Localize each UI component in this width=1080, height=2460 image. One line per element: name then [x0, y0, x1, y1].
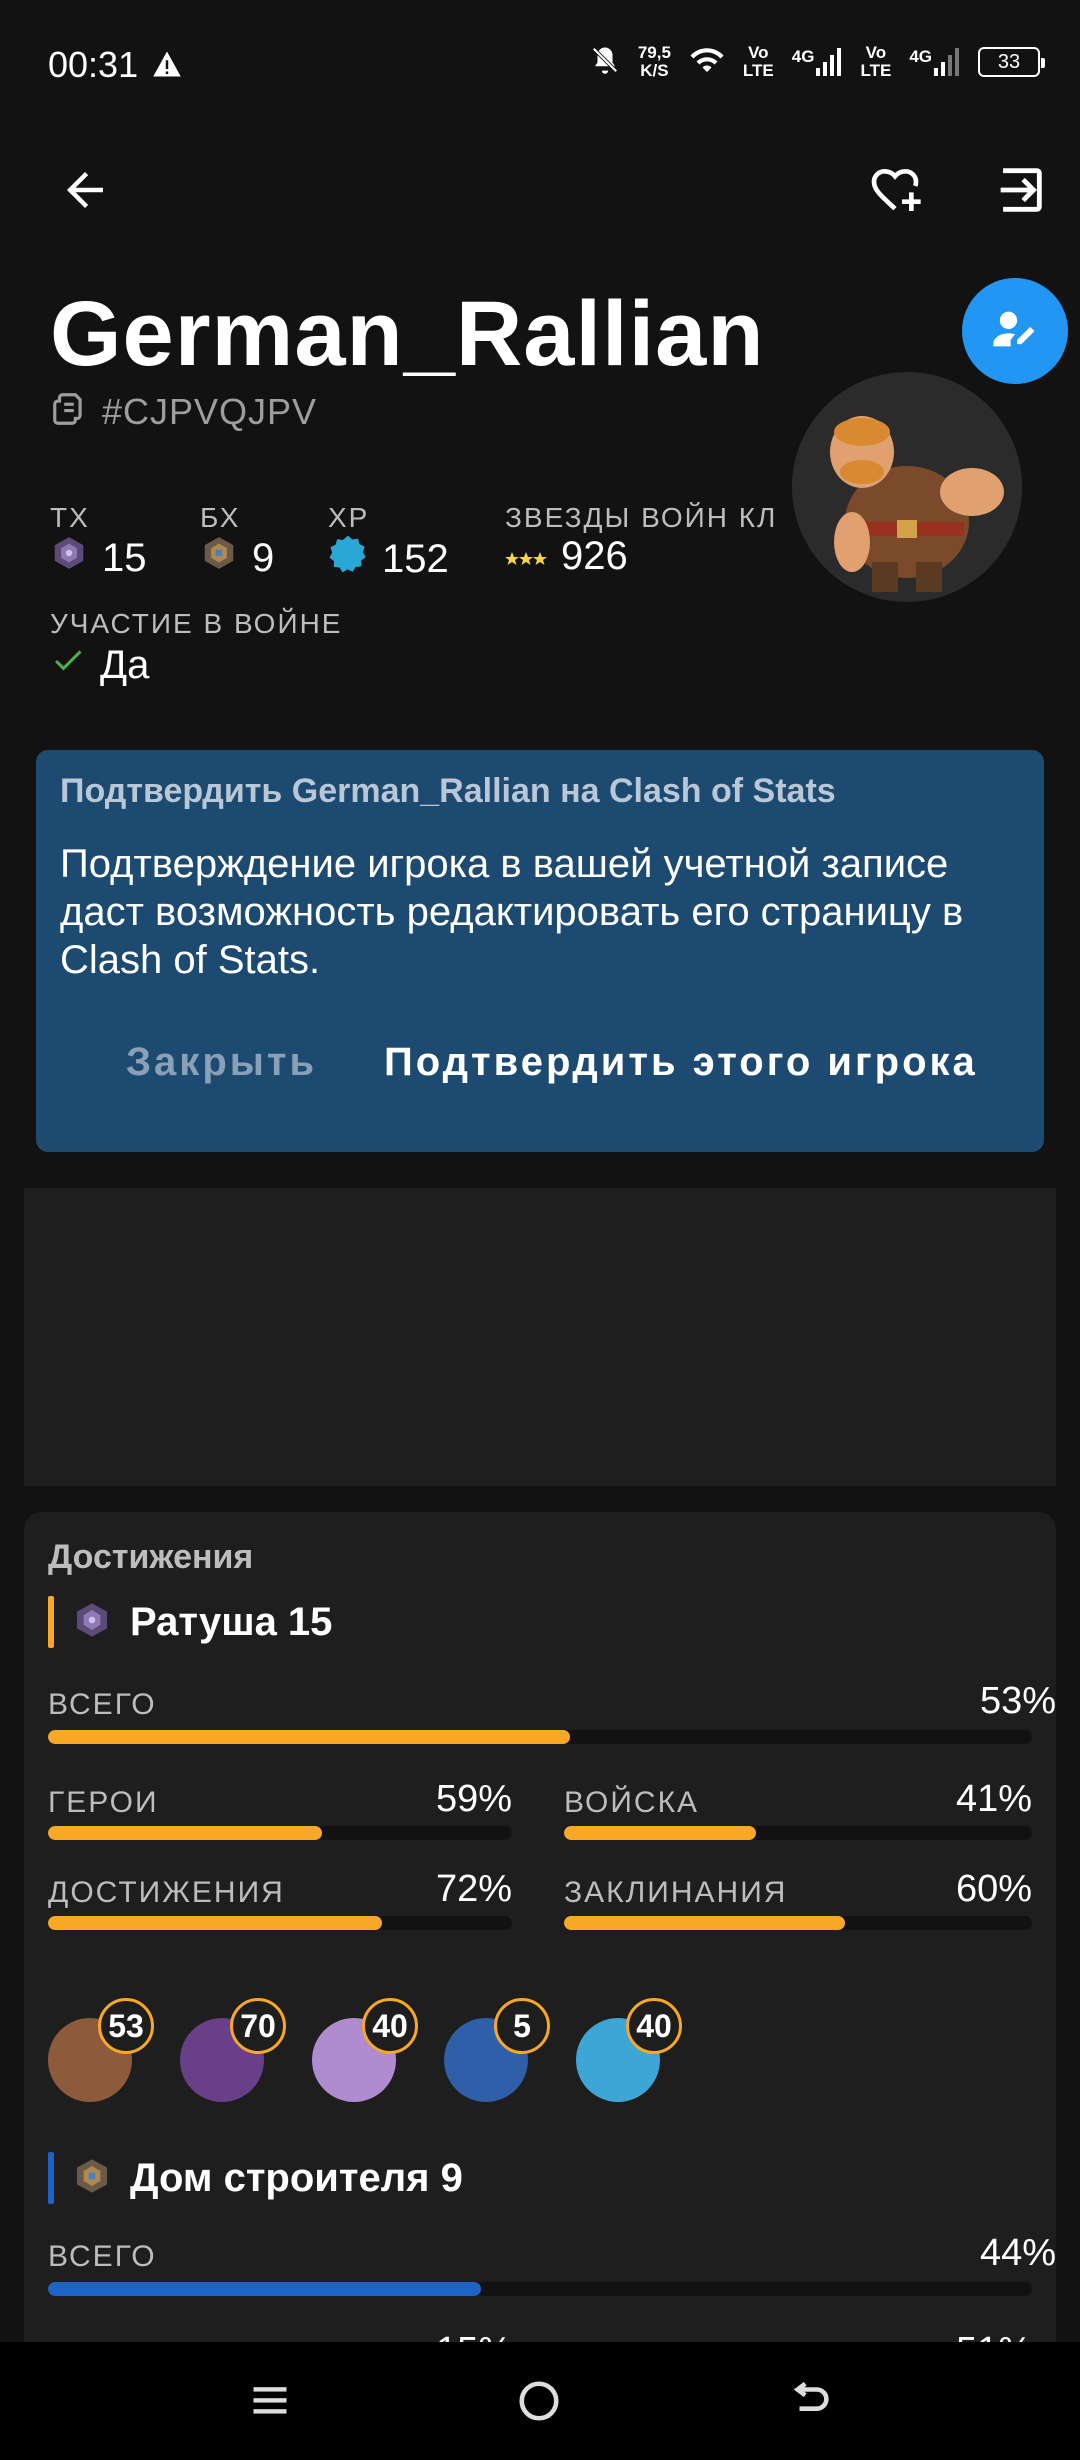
hero-level-badge: 40 — [362, 1998, 418, 2054]
th-total-pct: 53% — [979, 1680, 1056, 1722]
warning-icon — [152, 50, 182, 83]
edit-user-icon — [989, 303, 1041, 360]
back-button[interactable] — [40, 147, 130, 237]
verify-player-card: Подтвердить German_Rallian на Clash of S… — [36, 750, 1044, 1152]
app-bar — [0, 110, 1080, 270]
achievements-card: Достижения Ратуша 15 ВСЕГО 53% ГЕРОИ 59%… — [24, 1512, 1056, 2460]
login-icon — [991, 161, 1049, 224]
verify-title: Подтвердить German_Rallian на Clash of S… — [60, 772, 836, 810]
bh-total-bar — [48, 2282, 1032, 2296]
spells-pct: 60% — [955, 1868, 1032, 1910]
spells-fill — [564, 1916, 845, 1930]
builder-hall-icon — [200, 534, 238, 582]
troops-pct: 41% — [955, 1778, 1032, 1820]
builder-hall-icon — [72, 2156, 112, 2201]
hero-level-badge: 5 — [494, 1998, 550, 2054]
builder-section-header: Дом строителя 9 — [48, 2152, 463, 2204]
giant-icon — [792, 372, 1022, 602]
signal-icon-2: 4G — [909, 48, 960, 76]
bh-total-pct: 44% — [979, 2232, 1056, 2274]
troops-bar — [564, 1826, 1032, 1840]
bh-stat: 9 — [200, 534, 274, 582]
achievements-title: Достижения — [48, 1538, 254, 1576]
back-gesture-icon[interactable] — [788, 2378, 834, 2429]
xp-stat: 152 — [328, 534, 449, 584]
add-favorite-button[interactable] — [850, 147, 940, 237]
section-accent — [48, 2152, 54, 2204]
townhall-section-name: Ратуша 15 — [130, 1599, 333, 1644]
th-stat: 15 — [50, 534, 147, 582]
bh-label: БХ — [200, 502, 241, 533]
section-accent — [48, 1596, 54, 1648]
system-nav-bar — [0, 2342, 1080, 2460]
heroes-bar — [48, 1826, 512, 1840]
player-tag: #CJPVQJPV — [102, 390, 318, 432]
login-button[interactable] — [975, 147, 1065, 237]
stars-icon — [505, 534, 547, 579]
bell-off-icon — [590, 45, 620, 80]
builder-section-name: Дом строителя 9 — [130, 2155, 463, 2200]
townhall-icon — [72, 1600, 112, 1645]
ach-fill — [48, 1916, 383, 1930]
arrow-left-icon — [58, 163, 112, 222]
signal-icon-1: 4G — [792, 48, 843, 76]
bh-total-fill — [48, 2282, 481, 2296]
xp-label: XP — [328, 502, 370, 533]
war-stars-stat: 926 — [505, 534, 628, 579]
status-icons: 79,5 K/S Vo LTE 4G Vo LTE 4G 33 — [590, 43, 1045, 80]
status-time: 00:31 — [48, 44, 139, 85]
troops-fill — [564, 1826, 756, 1840]
copy-icon[interactable] — [50, 390, 88, 433]
th-label: ТХ — [50, 502, 90, 533]
spells-bar — [564, 1916, 1032, 1930]
ach-pct: 72% — [435, 1868, 512, 1910]
heart-plus-icon — [867, 162, 923, 223]
verify-body: Подтверждение игрока в вашей учетной зап… — [60, 842, 964, 982]
network-speed: 79,5 K/S — [637, 43, 671, 80]
confirm-player-button[interactable]: Подтвердить этого игрока — [384, 1040, 978, 1085]
player-avatar — [792, 372, 1022, 602]
war-pref-label: УЧАСТИЕ В ВОЙНЕ — [50, 608, 343, 639]
hero-level-badge: 70 — [230, 1998, 286, 2054]
hero-level-badge: 40 — [626, 1998, 682, 2054]
ach-bar — [48, 1916, 512, 1930]
volte-indicator-1: Vo LTE — [742, 43, 774, 80]
xp-badge-icon — [328, 534, 368, 584]
war-pref-stat: Да — [50, 642, 149, 688]
player-name: German_Rallian — [50, 283, 765, 385]
th-total-bar — [48, 1730, 1032, 1744]
ad-placeholder — [24, 1188, 1056, 1486]
wifi-icon — [689, 45, 725, 80]
th-total-fill — [48, 1730, 570, 1744]
edit-player-button[interactable] — [962, 278, 1068, 384]
battery-icon: 33 — [978, 47, 1045, 77]
heroes-pct: 59% — [435, 1778, 512, 1820]
home-circle-icon[interactable] — [516, 2378, 562, 2429]
war-stars-label: ЗВЕЗДЫ ВОЙН КЛ — [505, 502, 778, 533]
player-tag-row[interactable]: #CJPVQJPV — [50, 390, 317, 433]
townhall-icon — [50, 534, 88, 582]
hero-level-badge: 53 — [98, 1998, 154, 2054]
close-button[interactable]: Закрыть — [126, 1040, 317, 1085]
check-icon — [50, 642, 86, 688]
menu-icon[interactable] — [248, 2378, 292, 2427]
townhall-section-header: Ратуша 15 — [48, 1596, 332, 1648]
heroes-fill — [48, 1826, 322, 1840]
volte-indicator-2: Vo LTE — [860, 43, 892, 80]
status-bar: 00:31 79,5 K/S Vo LTE 4G Vo LTE 4G 33 — [0, 0, 1080, 110]
